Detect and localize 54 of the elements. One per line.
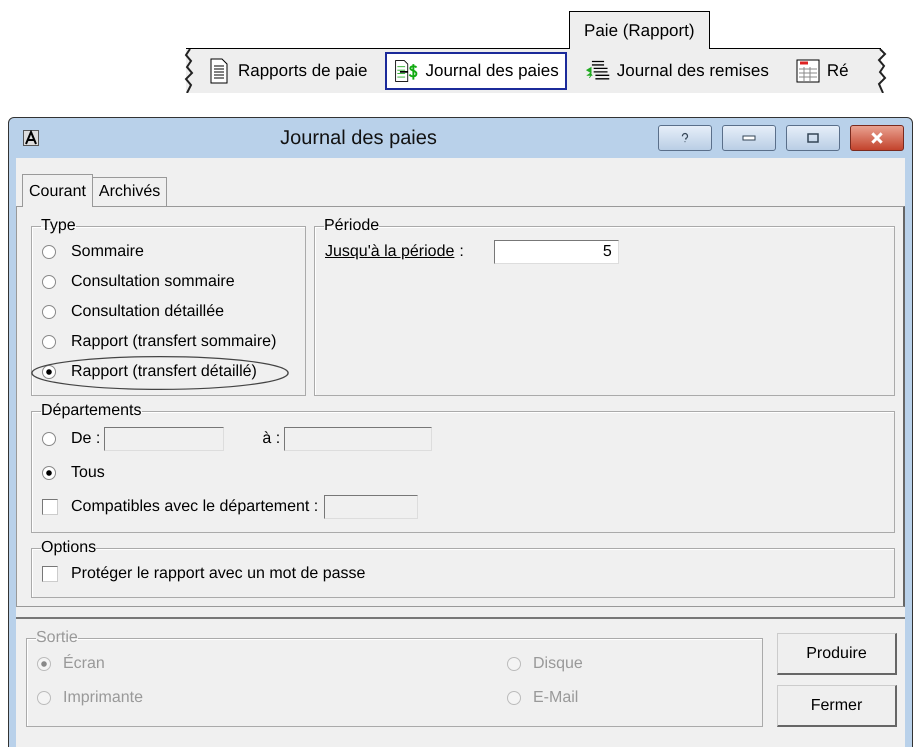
field-label: Jusqu'à la période <box>325 243 454 261</box>
option-label: Tous <box>71 464 105 482</box>
ribbon-tab[interactable]: Paie (Rapport) <box>569 11 710 49</box>
group-title: Sortie <box>36 629 78 647</box>
radio-button[interactable] <box>42 365 56 379</box>
option-label: Disque <box>533 655 583 673</box>
group-title: Options <box>41 539 96 557</box>
tab[interactable]: Courant <box>22 174 93 207</box>
radio-button[interactable] <box>42 432 56 446</box>
help-icon <box>680 132 690 144</box>
field-label: à : <box>262 430 280 448</box>
close-icon <box>870 132 884 144</box>
dialog-button[interactable]: Fermer <box>777 685 897 727</box>
group-title: Départements <box>41 402 142 420</box>
option-label: Consultation détaillée <box>71 303 224 321</box>
label-colon: : <box>459 243 464 261</box>
toolbar-button[interactable]: Journal des remises <box>576 52 777 90</box>
radio-button[interactable] <box>42 245 56 259</box>
minimize-button[interactable] <box>722 125 776 151</box>
radio-button[interactable] <box>42 466 56 480</box>
torn-edge-drawing <box>877 49 887 93</box>
period-field[interactable]: 5 <box>494 240 619 264</box>
minimize-icon <box>742 135 756 141</box>
option-label: Protéger le rapport avec un mot de passe <box>71 565 366 583</box>
window-title: Journal des paies <box>279 126 438 150</box>
option-label: Rapport (transfert sommaire) <box>71 333 276 351</box>
option-label: Écran <box>63 655 105 673</box>
torn-edge-drawing <box>184 49 194 93</box>
tab[interactable]: Archivés <box>92 177 168 206</box>
option-label: Imprimante <box>63 689 144 707</box>
toolbar-button[interactable]: Journal des paies <box>385 52 567 90</box>
checkbox[interactable] <box>42 499 58 515</box>
close-button[interactable] <box>850 125 904 151</box>
radio-button[interactable] <box>42 335 56 349</box>
dialog-button[interactable]: Produire <box>777 633 897 675</box>
help-button[interactable] <box>658 125 712 151</box>
option-label: Sommaire <box>71 243 144 261</box>
group-title: Période <box>324 217 380 235</box>
maximize-button[interactable] <box>786 125 840 151</box>
option-label: Rapport (transfert détaillé) <box>71 363 257 381</box>
calendar-icon <box>794 58 821 84</box>
checkbox[interactable] <box>42 566 58 582</box>
group-title: Type <box>41 217 76 235</box>
option-label: Consultation sommaire <box>71 273 235 291</box>
option-label: De : <box>71 430 100 448</box>
option-label: E-Mail <box>533 689 578 707</box>
toolbar-button[interactable]: Rapports de paie <box>198 52 376 90</box>
letter-a-icon <box>23 130 39 146</box>
radio-button[interactable] <box>42 305 56 319</box>
maximize-icon <box>807 133 819 143</box>
toolbar-button[interactable]: Ré <box>786 52 857 90</box>
option-label: Compatibles avec le département : <box>71 498 318 516</box>
document-dollar-icon <box>393 58 420 84</box>
radio-button[interactable] <box>42 275 56 289</box>
